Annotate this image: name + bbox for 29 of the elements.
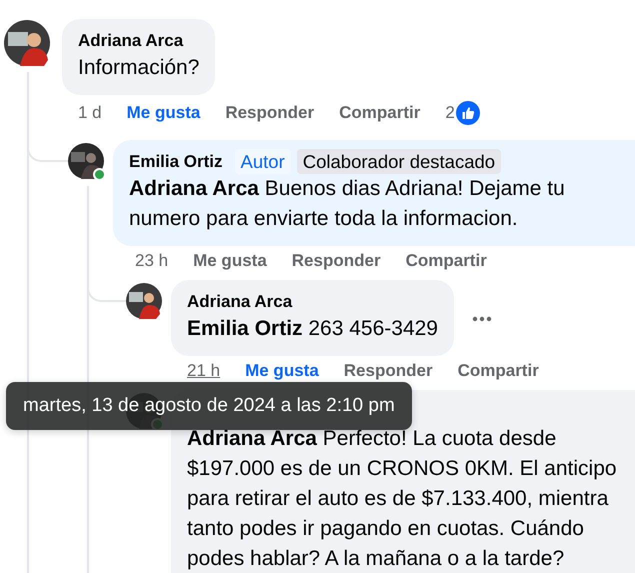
comment-time[interactable]: 23 h [135,251,168,271]
share-link[interactable]: Compartir [458,361,539,381]
like-link[interactable]: Me gusta [193,251,267,271]
reply-link[interactable]: Responder [292,251,381,271]
comment-text: podes hablar? A la mañana o a la tarde? [187,546,566,572]
like-link[interactable]: Me gusta [245,361,319,381]
reply-link[interactable]: Responder [225,103,314,123]
comment-text: para retirar el auto es de $7.133.400, mientra [187,486,610,512]
more-options-icon[interactable] [472,316,492,322]
author-badge: Colaborador destacado [296,149,502,174]
comment-text: tanto podes ir pagando en cuotas. Cuándo [187,516,585,542]
comment-time[interactable]: 1 d [78,103,102,123]
comment-text: $197.000 es de un CRONOS 0KM. El anticipo [187,456,618,482]
comment-author[interactable]: Adriana Arca [78,28,200,53]
thumbs-up-icon[interactable] [456,101,480,125]
comment-author[interactable]: Emilia Ortiz [129,149,223,174]
author-badge: Autor [234,149,291,174]
like-link[interactable]: Me gusta [126,103,200,123]
reply-link[interactable]: Responder [344,361,433,381]
comment-time[interactable]: 21 h [187,361,220,381]
comment-text: Adriana Arca Buenos dias Adriana! Dejame tu [129,176,566,202]
comment-text: numero para enviarte toda la informacion. [129,206,519,232]
comment-text: Información? [78,55,200,81]
comment-text: Emilia Ortiz 263 456-3429 [187,316,438,342]
timestamp-tooltip: martes, 13 de agosto de 2024 a las 2:10 pm [6,382,412,430]
share-link[interactable]: Compartir [406,251,487,271]
comment-author[interactable]: Adriana Arca [187,289,438,314]
reaction-count[interactable]: 2 [445,103,455,123]
share-link[interactable]: Compartir [339,103,420,123]
